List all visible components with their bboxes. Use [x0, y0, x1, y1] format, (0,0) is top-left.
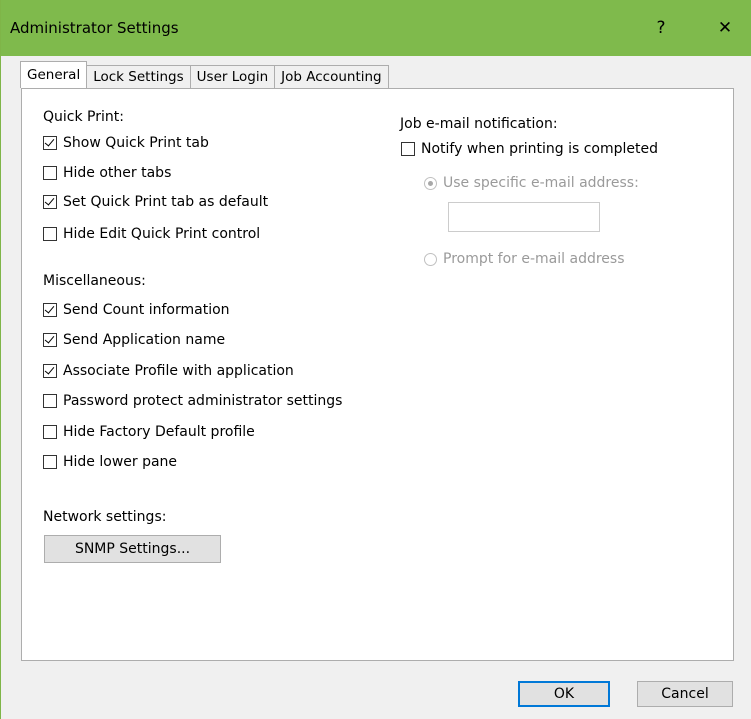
show-quick-print-tab-checkbox[interactable]: Show Quick Print tab: [43, 133, 209, 153]
checkbox-label: Set Quick Print tab as default: [63, 194, 269, 210]
checkbox-label: Send Application name: [63, 332, 226, 348]
checkbox-label: Hide Factory Default profile: [63, 424, 255, 440]
checkbox-box[interactable]: [401, 142, 415, 156]
notify-when-completed-checkbox[interactable]: Notify when printing is completed: [401, 139, 658, 159]
hide-edit-quick-print-control-checkbox[interactable]: Hide Edit Quick Print control: [43, 224, 260, 244]
checkbox-box[interactable]: [43, 394, 57, 408]
checkbox-box[interactable]: [43, 227, 57, 241]
close-button[interactable]: ✕: [703, 0, 747, 56]
general-tab-panel: Quick Print: Show Quick Print tab Hide o…: [21, 88, 734, 661]
hide-lower-pane-checkbox[interactable]: Hide lower pane: [43, 452, 177, 472]
snmp-settings-button[interactable]: SNMP Settings...: [44, 535, 221, 563]
administrator-settings-dialog: Administrator Settings ? ✕ General Lock …: [0, 0, 751, 719]
checkbox-box[interactable]: [43, 166, 57, 180]
checkbox-box[interactable]: [43, 455, 57, 469]
title-bar[interactable]: Administrator Settings ? ✕: [1, 0, 751, 56]
send-count-information-checkbox[interactable]: Send Count information: [43, 300, 230, 320]
checkbox-label: Associate Profile with application: [63, 363, 294, 379]
email-address-input[interactable]: [448, 202, 600, 232]
tab-job-accounting[interactable]: Job Accounting: [274, 65, 389, 88]
job-email-notification-label: Job e-mail notification:: [400, 116, 558, 132]
help-button[interactable]: ?: [639, 0, 683, 56]
hide-other-tabs-checkbox[interactable]: Hide other tabs: [43, 163, 171, 183]
checkbox-box[interactable]: [43, 425, 57, 439]
prompt-for-email-radio[interactable]: Prompt for e-mail address: [424, 249, 625, 269]
window-title: Administrator Settings: [10, 19, 179, 37]
radio-button[interactable]: [424, 252, 437, 266]
help-icon: ?: [656, 18, 666, 38]
checkbox-label: Send Count information: [63, 302, 230, 318]
checkbox-box[interactable]: [43, 136, 57, 150]
checkbox-box[interactable]: [43, 303, 57, 317]
tab-user-login[interactable]: User Login: [189, 65, 276, 88]
checkbox-label: Hide lower pane: [63, 454, 178, 470]
network-settings-label: Network settings:: [43, 509, 167, 525]
quick-print-label: Quick Print:: [43, 109, 124, 125]
checkbox-label: Password protect administrator settings: [63, 393, 343, 409]
password-protect-checkbox[interactable]: Password protect administrator settings: [43, 391, 342, 411]
radio-label: Use specific e-mail address:: [443, 175, 639, 191]
checkbox-box[interactable]: [43, 333, 57, 347]
radio-label: Prompt for e-mail address: [443, 251, 625, 267]
tab-lock-settings[interactable]: Lock Settings: [86, 65, 191, 88]
associate-profile-checkbox[interactable]: Associate Profile with application: [43, 361, 294, 381]
checkbox-box[interactable]: [43, 364, 57, 378]
hide-factory-default-profile-checkbox[interactable]: Hide Factory Default profile: [43, 422, 255, 442]
checkbox-label: Notify when printing is completed: [421, 141, 659, 157]
use-specific-email-radio[interactable]: Use specific e-mail address:: [424, 173, 639, 193]
tab-strip: General Lock Settings User Login Job Acc…: [20, 61, 389, 88]
close-icon: ✕: [717, 18, 733, 38]
checkbox-label: Hide Edit Quick Print control: [63, 226, 261, 242]
checkbox-box[interactable]: [43, 195, 57, 209]
set-quick-print-default-checkbox[interactable]: Set Quick Print tab as default: [43, 192, 268, 212]
checkbox-label: Show Quick Print tab: [63, 135, 209, 151]
checkbox-label: Hide other tabs: [63, 165, 172, 181]
radio-button[interactable]: [424, 176, 437, 190]
ok-button[interactable]: OK: [518, 681, 610, 707]
cancel-button[interactable]: Cancel: [637, 681, 733, 707]
send-application-name-checkbox[interactable]: Send Application name: [43, 330, 225, 350]
tab-general[interactable]: General: [20, 61, 88, 88]
miscellaneous-label: Miscellaneous:: [43, 273, 146, 289]
